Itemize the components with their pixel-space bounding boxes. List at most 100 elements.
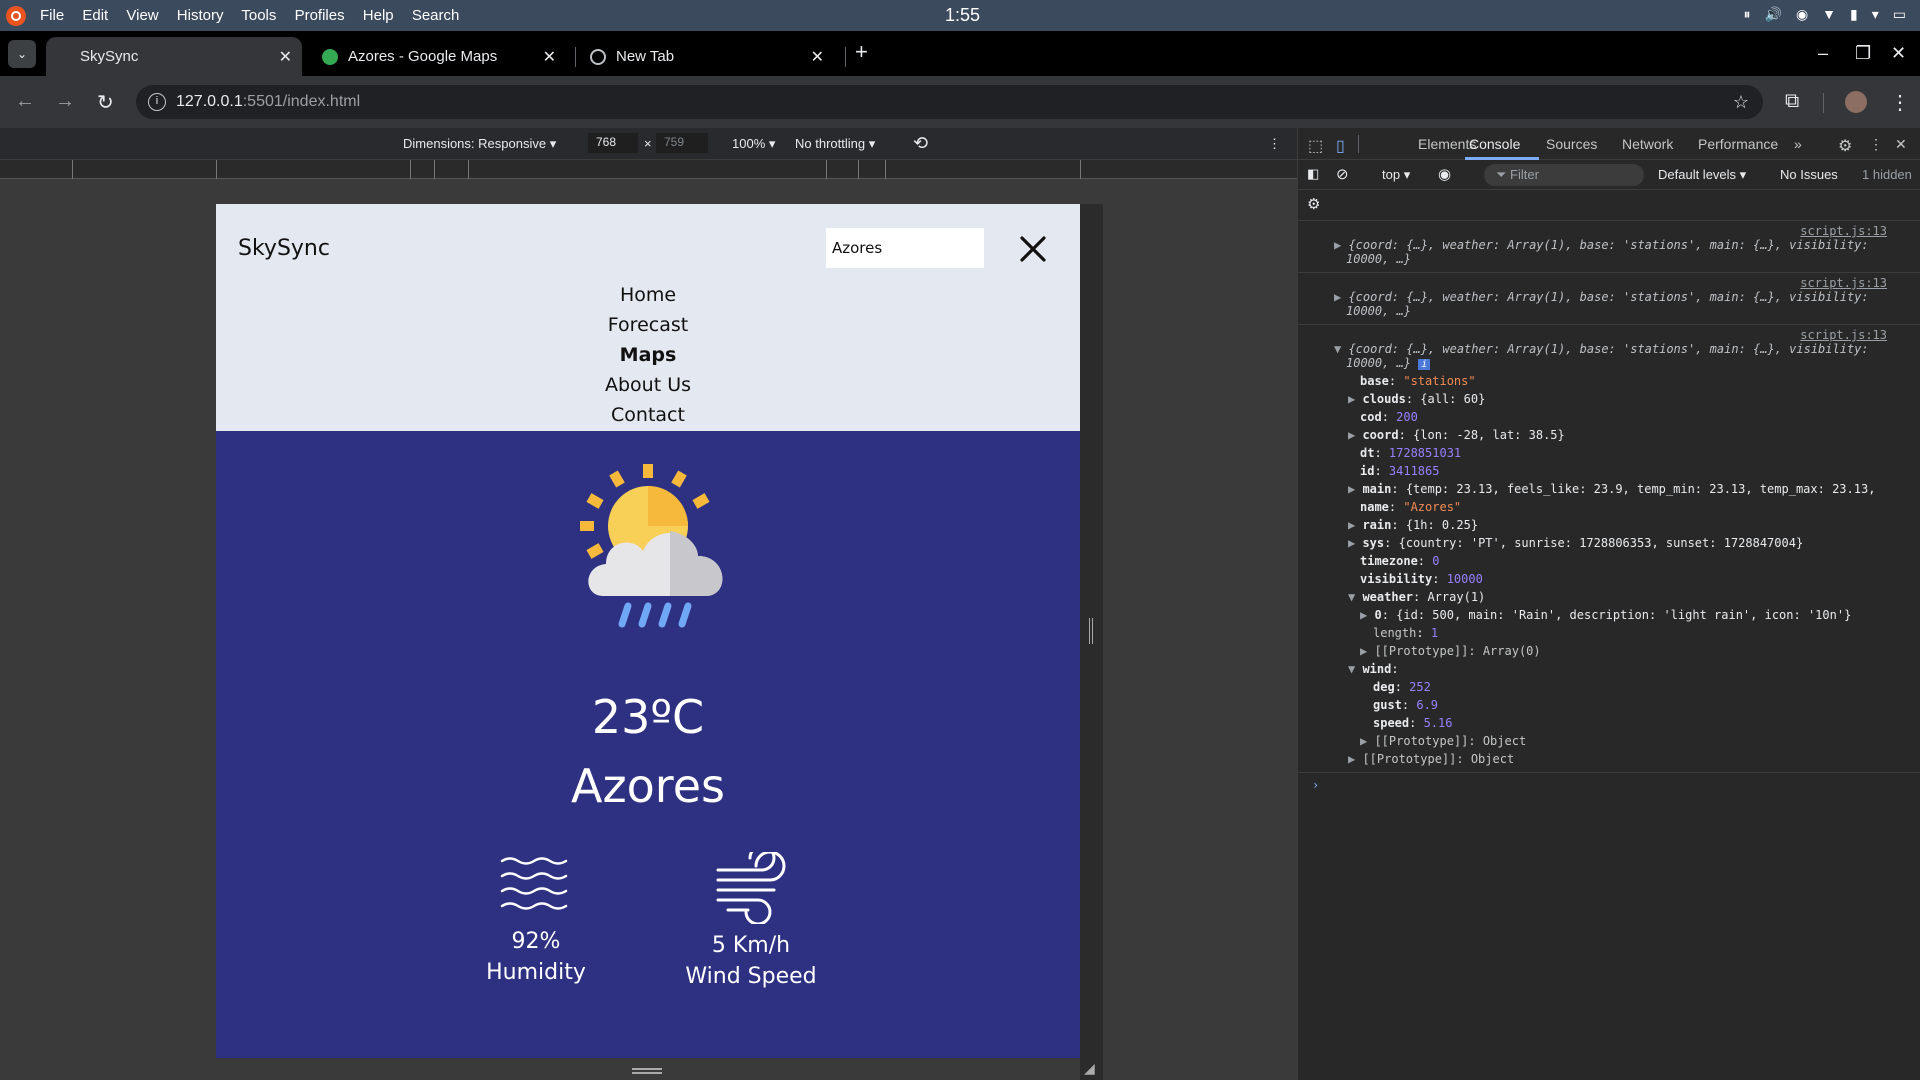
- bookmark-star-icon[interactable]: ☆: [1733, 92, 1749, 113]
- tab-list-button[interactable]: ⌄: [8, 40, 36, 68]
- menu-file[interactable]: File: [40, 7, 64, 24]
- clear-console-icon[interactable]: ⊘: [1336, 165, 1349, 183]
- prop-sys[interactable]: ▶ sys: {country: 'PT', sunrise: 17288063…: [1348, 534, 1803, 552]
- clock[interactable]: 1:55: [945, 5, 980, 26]
- close-icon[interactable]: ✕: [543, 47, 556, 67]
- prop-wind[interactable]: ▼ wind:: [1348, 660, 1399, 678]
- window-close-icon[interactable]: ✕: [1891, 43, 1906, 64]
- menu-search[interactable]: Search: [412, 7, 460, 24]
- media-query-ruler[interactable]: [0, 160, 1297, 179]
- hidden-count[interactable]: 1 hidden: [1862, 167, 1912, 182]
- prop-proto-object[interactable]: ▶ [[Prototype]]: Object: [1348, 750, 1514, 768]
- tab-performance[interactable]: Performance: [1698, 136, 1778, 152]
- tab-sources[interactable]: Sources: [1546, 136, 1597, 152]
- log-entry-summary[interactable]: ▶ {coord: {…}, weather: Array(1), base: …: [1334, 288, 1869, 306]
- prop-rain[interactable]: ▶ rain: {1h: 0.25}: [1348, 516, 1478, 534]
- resize-edge[interactable]: [1080, 204, 1103, 1080]
- minimize-icon[interactable]: –: [1818, 43, 1828, 64]
- prop-value: "stations": [1403, 374, 1476, 388]
- log-levels-select[interactable]: Default levels ▾: [1658, 167, 1746, 183]
- resize-handle-icon[interactable]: [1089, 618, 1093, 644]
- filter-placeholder: Filter: [1510, 167, 1539, 182]
- pause-icon[interactable]: ⏸: [1744, 6, 1751, 23]
- inspect-element-icon[interactable]: ⬚: [1308, 136, 1323, 156]
- more-tabs-icon[interactable]: »: [1794, 136, 1802, 152]
- window-icon[interactable]: ▭: [1893, 6, 1906, 23]
- menu-history[interactable]: History: [177, 7, 224, 24]
- issues-counter[interactable]: No Issues: [1780, 167, 1838, 182]
- height-input[interactable]: 759: [656, 133, 708, 153]
- prop-main[interactable]: ▶ main: {temp: 23.13, feels_like: 23.9, …: [1348, 480, 1875, 498]
- tab-google-maps[interactable]: Azores - Google Maps ✕: [310, 37, 566, 76]
- info-badge-icon[interactable]: i: [1418, 359, 1431, 370]
- bottom-resize-handle-icon[interactable]: [632, 1068, 662, 1074]
- close-icon[interactable]: ✕: [279, 47, 292, 67]
- filter-icon: ⏷: [1496, 167, 1511, 182]
- nav-forecast[interactable]: Forecast: [216, 310, 1080, 340]
- nav-maps[interactable]: Maps: [216, 340, 1080, 370]
- volume-icon[interactable]: 🔊: [1765, 6, 1782, 23]
- close-devtools-icon[interactable]: ✕: [1895, 136, 1907, 153]
- context-select[interactable]: top ▾: [1382, 167, 1410, 183]
- zoom-select[interactable]: 100% ▾: [732, 136, 775, 152]
- restore-icon[interactable]: ❐: [1855, 43, 1871, 64]
- site-info-icon[interactable]: i: [148, 93, 166, 111]
- new-tab-plus-icon[interactable]: +: [855, 39, 868, 65]
- ubuntu-logo-icon[interactable]: [6, 5, 26, 26]
- address-bar[interactable]: i 127.0.0.1:5501/index.html ☆: [136, 85, 1763, 119]
- menu-view[interactable]: View: [126, 7, 158, 24]
- tab-new-tab[interactable]: New Tab ✕: [578, 37, 834, 76]
- forward-arrow-icon[interactable]: →: [55, 90, 75, 113]
- dropdown-icon[interactable]: ▾: [1872, 6, 1879, 23]
- throttling-select[interactable]: No throttling ▾: [795, 136, 875, 152]
- width-input[interactable]: 768: [588, 133, 638, 153]
- device-toggle-icon[interactable]: ▯: [1336, 136, 1345, 156]
- prop-proto-array[interactable]: ▶ [[Prototype]]: Array(0): [1360, 642, 1541, 660]
- reload-icon[interactable]: ↻: [97, 90, 114, 115]
- zoom-label: 100%: [732, 136, 766, 151]
- tab-divider: [1358, 135, 1359, 153]
- nav-about-us[interactable]: About Us: [216, 370, 1080, 400]
- live-expression-eye-icon[interactable]: ◉: [1438, 165, 1451, 183]
- tab-console[interactable]: Console: [1469, 136, 1520, 152]
- nav-home[interactable]: Home: [216, 280, 1080, 310]
- log-entry-summary[interactable]: ▶ {coord: {…}, weather: Array(1), base: …: [1334, 236, 1869, 254]
- dimensions-select[interactable]: Dimensions: Responsive ▾: [403, 136, 556, 152]
- console-filter-input[interactable]: ⏷ Filter: [1484, 164, 1644, 186]
- settings-gear-icon[interactable]: ⚙: [1838, 136, 1852, 156]
- prop-clouds[interactable]: ▶ clouds: {all: 60}: [1348, 390, 1485, 408]
- nav-contact[interactable]: Contact: [216, 400, 1080, 430]
- prop-weather-0[interactable]: ▶ 0: {id: 500, main: 'Rain', description…: [1360, 606, 1851, 624]
- console-settings-gear-icon[interactable]: ⚙: [1307, 195, 1320, 213]
- menu-help[interactable]: Help: [363, 7, 394, 24]
- sidebar-toggle-icon[interactable]: ◧: [1307, 166, 1319, 182]
- console-prompt-icon[interactable]: ›: [1312, 776, 1319, 794]
- more-options-icon[interactable]: ⋮: [1268, 136, 1281, 152]
- customize-kebab-icon[interactable]: ⋮: [1869, 136, 1883, 153]
- prop-coord[interactable]: ▶ coord: {lon: -28, lat: 38.5}: [1348, 426, 1565, 444]
- corner-resize-icon[interactable]: ◢: [1084, 1060, 1095, 1077]
- tab-elements[interactable]: Elements: [1418, 136, 1476, 152]
- prop-wind-proto[interactable]: ▶ [[Prototype]]: Object: [1360, 732, 1526, 750]
- prop-visibility: visibility: 10000: [1360, 572, 1483, 586]
- tab-skysync[interactable]: SkySync ✕: [46, 37, 302, 76]
- times-icon: ×: [644, 136, 652, 151]
- prop-weather[interactable]: ▼ weather: Array(1): [1348, 588, 1485, 606]
- menu-tools[interactable]: Tools: [241, 7, 276, 24]
- rotate-icon[interactable]: ⟲: [913, 133, 928, 154]
- back-arrow-icon[interactable]: ←: [15, 90, 35, 113]
- wifi-icon[interactable]: ▼: [1822, 6, 1836, 23]
- kebab-menu-icon[interactable]: ⋮: [1890, 90, 1910, 115]
- extensions-puzzle-icon[interactable]: ⧉: [1785, 90, 1799, 113]
- menu-edit[interactable]: Edit: [82, 7, 108, 24]
- close-menu-icon[interactable]: [1016, 232, 1050, 266]
- tab-network[interactable]: Network: [1622, 136, 1673, 152]
- location-icon[interactable]: ◉: [1796, 6, 1808, 23]
- close-icon[interactable]: ✕: [811, 47, 824, 67]
- city-search-input[interactable]: [826, 228, 984, 268]
- menu-profiles[interactable]: Profiles: [295, 7, 345, 24]
- avatar[interactable]: [1845, 91, 1867, 113]
- site-brand[interactable]: SkySync: [238, 236, 330, 261]
- battery-icon[interactable]: ▮: [1850, 6, 1858, 23]
- prop-dt: dt: 1728851031: [1360, 446, 1462, 460]
